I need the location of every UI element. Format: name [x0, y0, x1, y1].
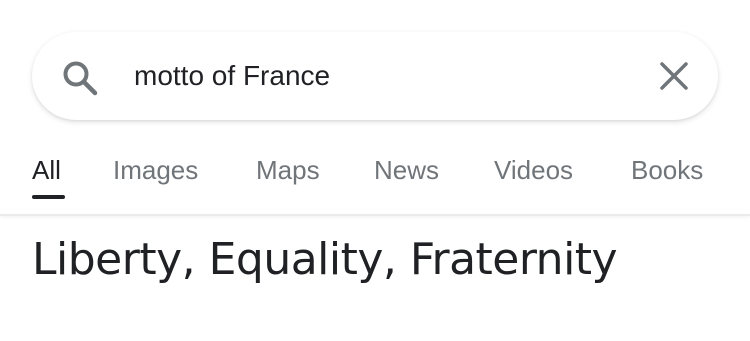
answer-text: Liberty, Equality, Fraternity — [32, 234, 618, 285]
tab-news[interactable]: News — [374, 150, 439, 190]
active-tab-indicator — [32, 195, 65, 199]
search-tabs: All Images Maps News Videos Books — [0, 150, 750, 216]
tab-all[interactable]: All — [32, 150, 61, 190]
search-icon[interactable] — [60, 58, 100, 98]
search-results-page: motto of France All Images Maps News Vid… — [0, 0, 750, 341]
tab-books[interactable]: Books — [631, 150, 703, 190]
tab-images[interactable]: Images — [113, 150, 198, 190]
search-box[interactable]: motto of France — [32, 32, 718, 120]
tab-videos[interactable]: Videos — [494, 150, 573, 190]
divider — [0, 214, 750, 216]
top-edge — [0, 0, 750, 8]
search-input[interactable]: motto of France — [134, 54, 330, 98]
tab-maps[interactable]: Maps — [256, 150, 320, 190]
close-icon[interactable] — [656, 58, 692, 94]
